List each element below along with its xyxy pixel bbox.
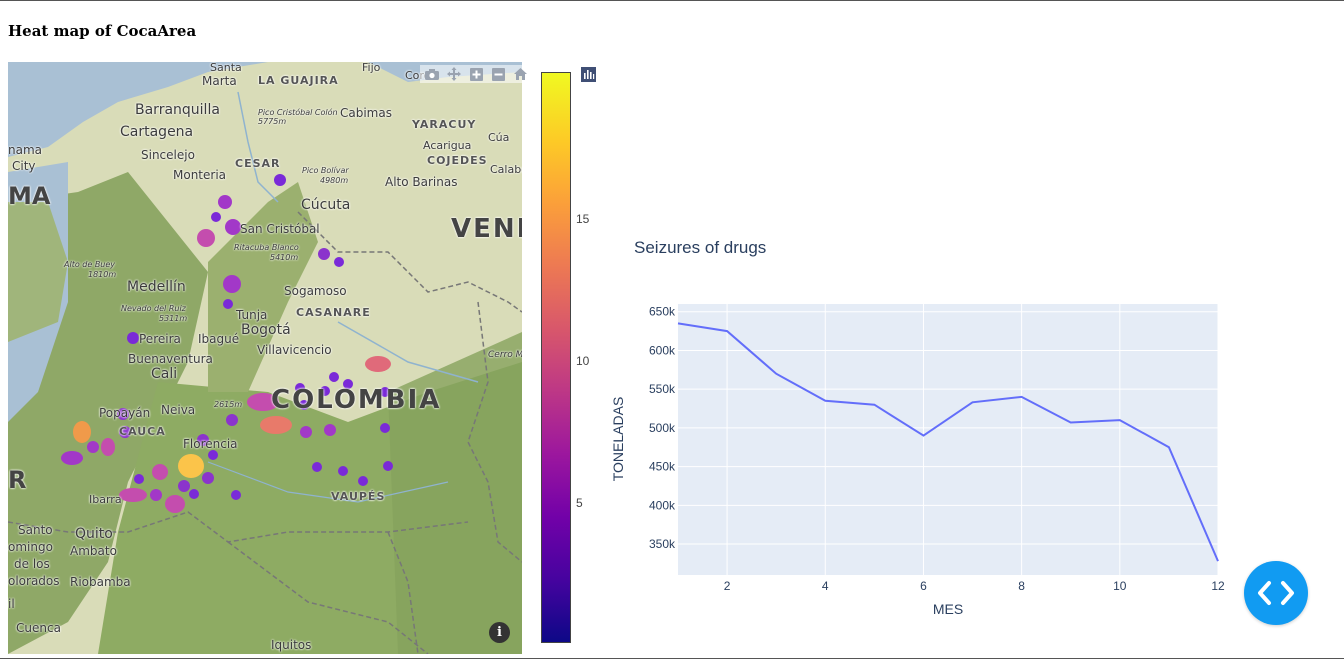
x-tick-label: 6 xyxy=(920,579,927,593)
map-label: Iquitos xyxy=(271,638,312,652)
map-label: COLOMBIA xyxy=(271,385,442,415)
heatmap-colorbar xyxy=(541,72,571,643)
map-label: Tunja xyxy=(236,308,268,322)
x-axis-ticks: 2 4 6 8 10 12 xyxy=(724,579,1225,593)
pan-icon[interactable] xyxy=(446,66,462,82)
map-label: de los xyxy=(14,557,50,571)
map-label: Santo xyxy=(18,523,53,537)
map-label: 5311m xyxy=(159,314,188,323)
map-label: Ibarra xyxy=(89,493,122,506)
y-axis-title: TONELADAS xyxy=(610,397,626,482)
y-tick-label: 450k xyxy=(649,460,676,474)
map-label: City xyxy=(12,159,36,173)
map-label: Barranquilla xyxy=(135,102,220,118)
colorbar-tick: 10 xyxy=(576,354,590,368)
y-axis-ticks: 350k 400k 450k 500k 550k 600k 650k xyxy=(649,305,676,551)
y-tick-label: 500k xyxy=(649,421,676,435)
map-label: 5775m xyxy=(258,117,287,126)
page-title: Heat map of CocaArea xyxy=(8,22,197,40)
map-label: Bogotá xyxy=(241,322,291,338)
map-label: Pico Cristóbal Colón xyxy=(258,108,338,117)
heatmap-map[interactable]: Santa Marta LA GUAJIRA Fijo Coro Barranq… xyxy=(8,62,522,654)
map-label: CASANARE xyxy=(296,306,371,319)
map-label: Quito xyxy=(75,526,113,542)
y-tick-label: 650k xyxy=(649,305,676,319)
map-label: nama xyxy=(8,143,43,157)
map-label: il xyxy=(8,597,15,611)
map-label: R xyxy=(8,466,27,494)
colorbar-tick: 15 xyxy=(576,212,590,226)
map-label: olorados xyxy=(8,574,60,588)
map-label: 4980m xyxy=(320,176,349,185)
map-label: Cúa xyxy=(488,131,510,144)
x-axis-title: MES xyxy=(933,601,963,617)
camera-icon[interactable] xyxy=(424,66,440,82)
map-label: Alto Barinas xyxy=(385,175,458,189)
map-label: Calabo xyxy=(490,163,522,176)
map-label: omingo xyxy=(8,540,53,554)
map-label: Fijo xyxy=(362,62,381,74)
map-label: Ritacuba Blanco xyxy=(234,243,299,252)
map-attribution-info-button[interactable]: i xyxy=(489,622,510,643)
map-label: Riobamba xyxy=(70,575,131,589)
map-label: Sogamoso xyxy=(284,284,347,298)
map-label: 2615m xyxy=(214,400,243,409)
map-label: Neiva xyxy=(161,403,196,417)
map-label: Ibagué xyxy=(198,332,240,346)
plotly-logo-icon[interactable] xyxy=(580,66,596,82)
map-label: COJEDES xyxy=(427,154,488,167)
map-label: Sincelejo xyxy=(141,148,195,162)
x-tick-label: 4 xyxy=(822,579,829,593)
map-label: Pereira xyxy=(139,332,181,346)
map-label: Marta xyxy=(202,74,237,88)
home-icon[interactable] xyxy=(512,66,528,82)
x-tick-label: 12 xyxy=(1211,579,1225,593)
x-tick-label: 10 xyxy=(1113,579,1127,593)
map-label: Florencia xyxy=(183,437,238,451)
map-label: Buenaventura xyxy=(128,352,213,366)
code-toggle-button[interactable] xyxy=(1244,561,1308,625)
map-label: Medellín xyxy=(127,279,186,295)
map-label: 1810m xyxy=(88,270,117,279)
map-label: Cabimas xyxy=(340,106,392,120)
x-tick-label: 2 xyxy=(724,579,731,593)
colorbar-tick: 5 xyxy=(576,496,583,510)
chart-title: Seizures of drugs xyxy=(634,238,767,257)
map-label: CESAR xyxy=(235,157,281,170)
map-label: VENE xyxy=(451,214,522,244)
code-brackets-icon xyxy=(1258,581,1294,605)
map-label: VAUPÉS xyxy=(331,490,386,503)
plot-area xyxy=(678,304,1218,575)
y-tick-label: 400k xyxy=(649,498,676,512)
map-label: CAUCA xyxy=(119,425,166,438)
map-label: YARACUY xyxy=(412,118,477,131)
map-label: Popayán xyxy=(99,406,151,420)
map-label: Cartagena xyxy=(120,124,194,140)
map-label: Monteria xyxy=(173,168,227,182)
map-label: Cuenca xyxy=(16,621,61,635)
map-label: MA xyxy=(8,182,51,210)
y-tick-label: 350k xyxy=(649,537,676,551)
map-label: Ambato xyxy=(70,544,117,558)
map-label: Cúcuta xyxy=(301,197,351,213)
map-label: Acarigua xyxy=(423,139,472,152)
y-tick-label: 600k xyxy=(649,343,676,357)
map-label: Villavicencio xyxy=(257,343,332,357)
seizures-line-chart[interactable]: 350k 400k 450k 500k 550k 600k 650k 2 4 6 8 10 12 ME… xyxy=(600,291,1240,631)
map-label: 5410m xyxy=(270,253,299,262)
map-label: Cali xyxy=(151,366,178,382)
map-label: LA GUAJIRA xyxy=(258,74,339,87)
y-tick-label: 550k xyxy=(649,382,676,396)
map-label: Santa xyxy=(210,62,242,74)
zoom-in-icon[interactable] xyxy=(468,66,484,82)
x-tick-label: 8 xyxy=(1018,579,1025,593)
map-label: Pico Bolívar xyxy=(302,166,349,175)
map-label: Cerro M xyxy=(488,350,522,360)
map-label: San Cristóbal xyxy=(240,222,320,236)
map-label: Nevado del Ruiz xyxy=(121,304,186,313)
zoom-out-icon[interactable] xyxy=(490,66,506,82)
map-label: Alto de Buey xyxy=(64,260,116,269)
